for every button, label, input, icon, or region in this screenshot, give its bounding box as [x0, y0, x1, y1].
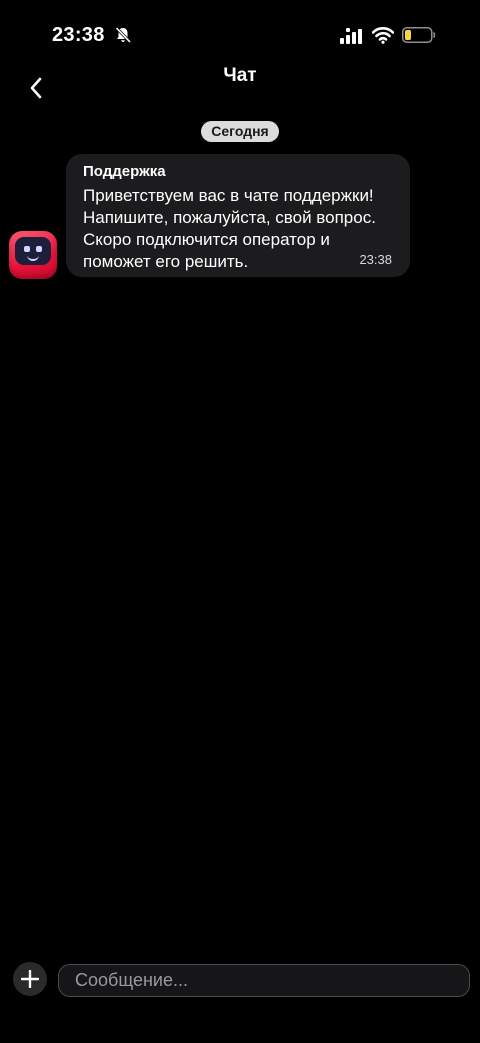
status-time: 23:38 — [52, 24, 105, 46]
wifi-icon — [372, 27, 394, 44]
robot-eye-right — [36, 246, 42, 252]
message-text: Приветствуем вас в чате поддержки! Напиш… — [83, 186, 376, 271]
battery-icon — [402, 27, 436, 43]
message-time: 23:38 — [359, 252, 392, 267]
message-bubble: Поддержка Приветствуем вас в чате поддер… — [66, 154, 410, 277]
status-bar: 23:38 — [0, 0, 480, 60]
message-sender: Поддержка — [83, 163, 166, 180]
robot-eye-left — [24, 246, 30, 252]
message-input[interactable] — [58, 964, 470, 997]
robot-icon — [15, 237, 51, 265]
header: Чат — [0, 60, 480, 114]
robot-smile — [27, 254, 39, 261]
bell-off-icon — [115, 26, 132, 44]
page-title: Чат — [223, 65, 257, 86]
plus-icon — [21, 970, 39, 988]
add-attachment-button[interactable] — [13, 962, 47, 996]
avatar — [9, 231, 57, 279]
signal-icon — [340, 28, 362, 44]
date-separator: Сегодня — [201, 121, 279, 142]
